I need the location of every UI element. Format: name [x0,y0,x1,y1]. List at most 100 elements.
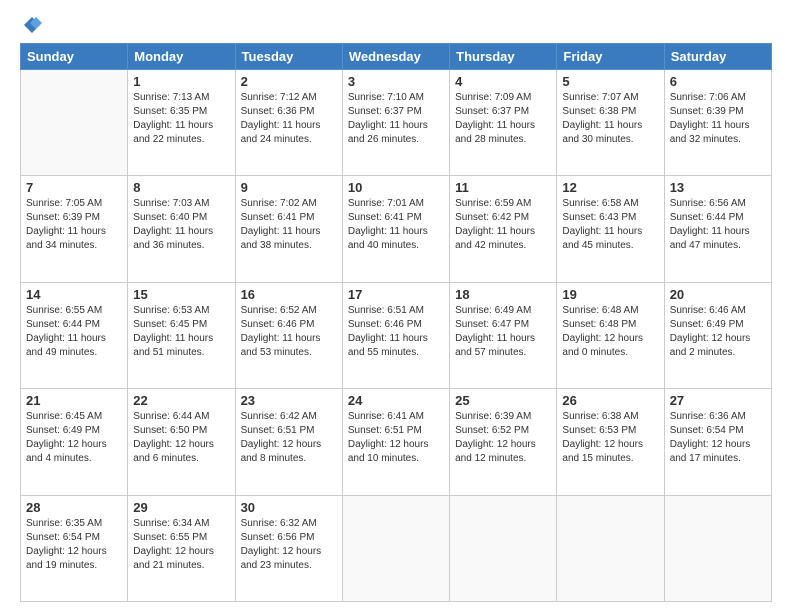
calendar-cell [21,70,128,176]
weekday-header-thursday: Thursday [450,44,557,70]
calendar-cell [450,495,557,601]
week-row-4: 21Sunrise: 6:45 AM Sunset: 6:49 PM Dayli… [21,389,772,495]
day-number: 13 [670,180,766,195]
day-number: 9 [241,180,337,195]
day-number: 6 [670,74,766,89]
day-info: Sunrise: 6:53 AM Sunset: 6:45 PM Dayligh… [133,304,229,360]
day-number: 16 [241,287,337,302]
calendar-cell: 30 Sunrise: 6:32 AM Sunset: 6:56 PM Dayli… [235,495,342,601]
calendar-cell: 21Sunrise: 6:45 AM Sunset: 6:49 PM Dayli… [21,389,128,495]
calendar-cell: 19 Sunrise: 6:48 AM Sunset: 6:48 PM Dayli… [557,282,664,388]
day-number: 29 [133,500,229,515]
header [20,15,772,35]
day-number: 22 [133,393,229,408]
day-info: Sunrise: 6:51 AM Sunset: 6:46 PM Dayligh… [348,304,444,360]
day-info: Sunrise: 6:56 AM Sunset: 6:44 PM Dayligh… [670,197,766,253]
day-info: Sunrise: 6:55 AM Sunset: 6:44 PM Dayligh… [26,304,122,360]
calendar-cell: 1 Sunrise: 7:13 AM Sunset: 6:35 PM Daylig… [128,70,235,176]
week-row-1: 1 Sunrise: 7:13 AM Sunset: 6:35 PM Daylig… [21,70,772,176]
calendar-cell: 24 Sunrise: 6:41 AM Sunset: 6:51 PM Dayli… [342,389,449,495]
day-info: Sunrise: 6:45 AM Sunset: 6:49 PM Dayligh… [26,410,122,466]
calendar-cell: 6 Sunrise: 7:06 AM Sunset: 6:39 PM Daylig… [664,70,771,176]
day-info: Sunrise: 6:35 AM Sunset: 6:54 PM Dayligh… [26,517,122,573]
day-number: 12 [562,180,658,195]
day-info: Sunrise: 6:36 AM Sunset: 6:54 PM Dayligh… [670,410,766,466]
day-number: 28 [26,500,122,515]
calendar-cell: 14 Sunrise: 6:55 AM Sunset: 6:44 PM Dayli… [21,282,128,388]
logo [20,15,42,35]
day-info: Sunrise: 6:44 AM Sunset: 6:50 PM Dayligh… [133,410,229,466]
day-number: 11 [455,180,551,195]
calendar-cell: 11Sunrise: 6:59 AM Sunset: 6:42 PM Dayli… [450,176,557,282]
day-number: 2 [241,74,337,89]
logo-icon [22,15,42,35]
day-number: 20 [670,287,766,302]
day-info: Sunrise: 6:42 AM Sunset: 6:51 PM Dayligh… [241,410,337,466]
weekday-header-monday: Monday [128,44,235,70]
day-info: Sunrise: 6:38 AM Sunset: 6:53 PM Dayligh… [562,410,658,466]
day-number: 5 [562,74,658,89]
calendar-cell: 13 Sunrise: 6:56 AM Sunset: 6:44 PM Dayli… [664,176,771,282]
day-info: Sunrise: 7:01 AM Sunset: 6:41 PM Dayligh… [348,197,444,253]
day-number: 7 [26,180,122,195]
calendar-cell: 18Sunrise: 6:49 AM Sunset: 6:47 PM Dayli… [450,282,557,388]
day-number: 15 [133,287,229,302]
day-number: 30 [241,500,337,515]
day-number: 26 [562,393,658,408]
week-row-2: 7 Sunrise: 7:05 AM Sunset: 6:39 PM Daylig… [21,176,772,282]
calendar-cell: 3Sunrise: 7:10 AM Sunset: 6:37 PM Daylig… [342,70,449,176]
day-info: Sunrise: 7:10 AM Sunset: 6:37 PM Dayligh… [348,91,444,147]
calendar-cell: 8 Sunrise: 7:03 AM Sunset: 6:40 PM Daylig… [128,176,235,282]
day-info: Sunrise: 6:58 AM Sunset: 6:43 PM Dayligh… [562,197,658,253]
day-number: 25 [455,393,551,408]
calendar-table: SundayMondayTuesdayWednesdayThursdayFrid… [20,43,772,602]
calendar-cell: 23 Sunrise: 6:42 AM Sunset: 6:51 PM Dayli… [235,389,342,495]
day-number: 8 [133,180,229,195]
day-info: Sunrise: 7:06 AM Sunset: 6:39 PM Dayligh… [670,91,766,147]
calendar-cell: 4Sunrise: 7:09 AM Sunset: 6:37 PM Daylig… [450,70,557,176]
calendar-cell: 7 Sunrise: 7:05 AM Sunset: 6:39 PM Daylig… [21,176,128,282]
calendar-cell: 12 Sunrise: 6:58 AM Sunset: 6:43 PM Dayli… [557,176,664,282]
day-number: 27 [670,393,766,408]
calendar-cell: 17Sunrise: 6:51 AM Sunset: 6:46 PM Dayli… [342,282,449,388]
calendar-cell: 27 Sunrise: 6:36 AM Sunset: 6:54 PM Dayli… [664,389,771,495]
day-info: Sunrise: 6:32 AM Sunset: 6:56 PM Dayligh… [241,517,337,573]
weekday-header-friday: Friday [557,44,664,70]
calendar-cell: 10 Sunrise: 7:01 AM Sunset: 6:41 PM Dayli… [342,176,449,282]
day-number: 10 [348,180,444,195]
day-info: Sunrise: 6:52 AM Sunset: 6:46 PM Dayligh… [241,304,337,360]
week-row-5: 28 Sunrise: 6:35 AM Sunset: 6:54 PM Dayli… [21,495,772,601]
day-info: Sunrise: 7:13 AM Sunset: 6:35 PM Dayligh… [133,91,229,147]
day-number: 24 [348,393,444,408]
calendar-cell: 29 Sunrise: 6:34 AM Sunset: 6:55 PM Dayli… [128,495,235,601]
calendar-cell [664,495,771,601]
weekday-header-sunday: Sunday [21,44,128,70]
week-row-3: 14 Sunrise: 6:55 AM Sunset: 6:44 PM Dayli… [21,282,772,388]
calendar-cell: 15 Sunrise: 6:53 AM Sunset: 6:45 PM Dayli… [128,282,235,388]
day-info: Sunrise: 6:34 AM Sunset: 6:55 PM Dayligh… [133,517,229,573]
day-info: Sunrise: 7:12 AM Sunset: 6:36 PM Dayligh… [241,91,337,147]
day-info: Sunrise: 6:41 AM Sunset: 6:51 PM Dayligh… [348,410,444,466]
day-number: 23 [241,393,337,408]
day-info: Sunrise: 6:46 AM Sunset: 6:49 PM Dayligh… [670,304,766,360]
day-info: Sunrise: 6:48 AM Sunset: 6:48 PM Dayligh… [562,304,658,360]
day-info: Sunrise: 7:02 AM Sunset: 6:41 PM Dayligh… [241,197,337,253]
calendar-cell: 9 Sunrise: 7:02 AM Sunset: 6:41 PM Daylig… [235,176,342,282]
day-number: 18 [455,287,551,302]
weekday-header-saturday: Saturday [664,44,771,70]
calendar-cell: 26 Sunrise: 6:38 AM Sunset: 6:53 PM Dayli… [557,389,664,495]
weekday-header-tuesday: Tuesday [235,44,342,70]
day-info: Sunrise: 7:09 AM Sunset: 6:37 PM Dayligh… [455,91,551,147]
day-info: Sunrise: 7:03 AM Sunset: 6:40 PM Dayligh… [133,197,229,253]
calendar-cell: 2 Sunrise: 7:12 AM Sunset: 6:36 PM Daylig… [235,70,342,176]
page: SundayMondayTuesdayWednesdayThursdayFrid… [0,0,792,612]
calendar-cell: 5Sunrise: 7:07 AM Sunset: 6:38 PM Daylig… [557,70,664,176]
weekday-header-wednesday: Wednesday [342,44,449,70]
day-info: Sunrise: 7:05 AM Sunset: 6:39 PM Dayligh… [26,197,122,253]
calendar-cell [557,495,664,601]
calendar-cell: 25Sunrise: 6:39 AM Sunset: 6:52 PM Dayli… [450,389,557,495]
day-number: 1 [133,74,229,89]
calendar-cell: 16 Sunrise: 6:52 AM Sunset: 6:46 PM Dayli… [235,282,342,388]
day-number: 14 [26,287,122,302]
day-number: 19 [562,287,658,302]
